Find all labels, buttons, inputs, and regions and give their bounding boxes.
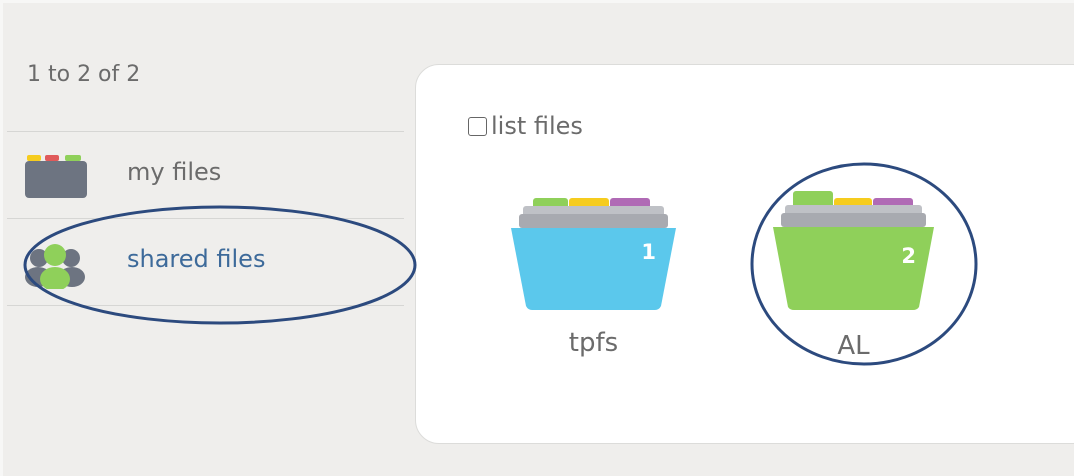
sidebar-item-my-files[interactable]: my files (7, 131, 404, 218)
folder-item-tpfs[interactable]: 1 tpfs (511, 196, 676, 358)
folder-file-count: 2 (901, 244, 916, 268)
sidebar-item-label: my files (127, 158, 222, 186)
list-files-checkbox[interactable] (468, 116, 487, 136)
folder-name: tpfs (568, 328, 619, 358)
people-icon (25, 244, 85, 289)
folder-name: AL (837, 331, 870, 361)
list-files-label: list files (491, 112, 583, 140)
folder-item-al[interactable]: 2 AL (771, 189, 936, 361)
sidebar-item-shared-files[interactable]: shared files (7, 218, 404, 306)
folder-stack-icon (25, 155, 87, 198)
result-count: 1 to 2 of 2 (27, 62, 141, 87)
sidebar-item-label: shared files (127, 245, 266, 273)
list-files-toggle[interactable]: list files (468, 112, 583, 140)
files-panel: list files 1 tpfs 2 AL (415, 64, 1074, 444)
sidebar: my files shared files (7, 131, 404, 306)
folder-file-count: 1 (641, 240, 656, 264)
